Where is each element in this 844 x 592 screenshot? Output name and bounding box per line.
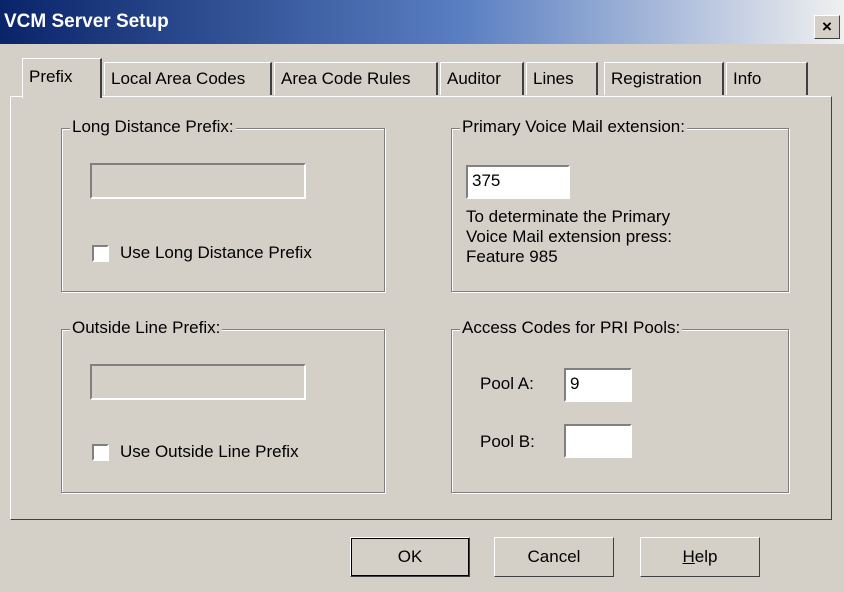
voice-mail-hint-line2: Voice Mail extension press: (466, 227, 672, 246)
help-label: elp (694, 547, 718, 566)
outside-line-group: Outside Line Prefix: Use Outside Line Pr… (61, 318, 385, 493)
use-long-distance-label[interactable]: Use Long Distance Prefix (120, 243, 312, 263)
outside-line-prefix-field (90, 364, 306, 400)
close-button[interactable]: × (814, 15, 840, 39)
long-distance-prefix-field (90, 163, 306, 199)
pri-pools-legend: Access Codes for PRI Pools: (460, 318, 683, 338)
tab-area-code-rules[interactable]: Area Code Rules (274, 62, 438, 95)
pool-b-label: Pool B: (480, 432, 535, 451)
use-outside-line-label[interactable]: Use Outside Line Prefix (120, 442, 299, 462)
title-bar[interactable]: VCM Server Setup × (0, 0, 844, 44)
voice-mail-legend: Primary Voice Mail extension: (460, 117, 687, 137)
pool-b-input[interactable] (564, 424, 632, 458)
tab-prefix[interactable]: Prefix (22, 58, 102, 98)
use-outside-line-checkbox[interactable] (92, 444, 109, 461)
tab-lines[interactable]: Lines (526, 62, 598, 95)
window-title: VCM Server Setup (4, 11, 169, 32)
cancel-button[interactable]: Cancel (494, 537, 614, 577)
tab-registration[interactable]: Registration (604, 62, 724, 95)
ok-button[interactable]: OK (350, 537, 470, 577)
help-accelerator: H (682, 547, 695, 566)
pool-a-input[interactable]: 9 (564, 368, 632, 402)
long-distance-group: Long Distance Prefix: Use Long Distance … (61, 117, 385, 292)
outside-line-legend: Outside Line Prefix: (70, 318, 223, 338)
pool-a-label: Pool A: (480, 374, 534, 393)
voice-mail-extension-input[interactable]: 375 (466, 165, 570, 199)
voice-mail-hint-line1: To determinate the Primary (466, 207, 671, 226)
tab-auditor[interactable]: Auditor (440, 62, 524, 95)
use-long-distance-checkbox[interactable] (92, 245, 109, 262)
pri-pools-group: Access Codes for PRI Pools: Pool A: 9 Po… (451, 318, 789, 493)
tab-local-area-codes[interactable]: Local Area Codes (104, 62, 272, 95)
voice-mail-hint-line3: Feature 985 (466, 247, 558, 266)
tab-info[interactable]: Info (726, 62, 808, 95)
long-distance-legend: Long Distance Prefix: (70, 117, 236, 137)
tab-panel-prefix: Long Distance Prefix: Use Long Distance … (10, 96, 832, 520)
voice-mail-group: Primary Voice Mail extension: 375 To det… (451, 117, 789, 292)
help-button[interactable]: Help (640, 537, 760, 577)
